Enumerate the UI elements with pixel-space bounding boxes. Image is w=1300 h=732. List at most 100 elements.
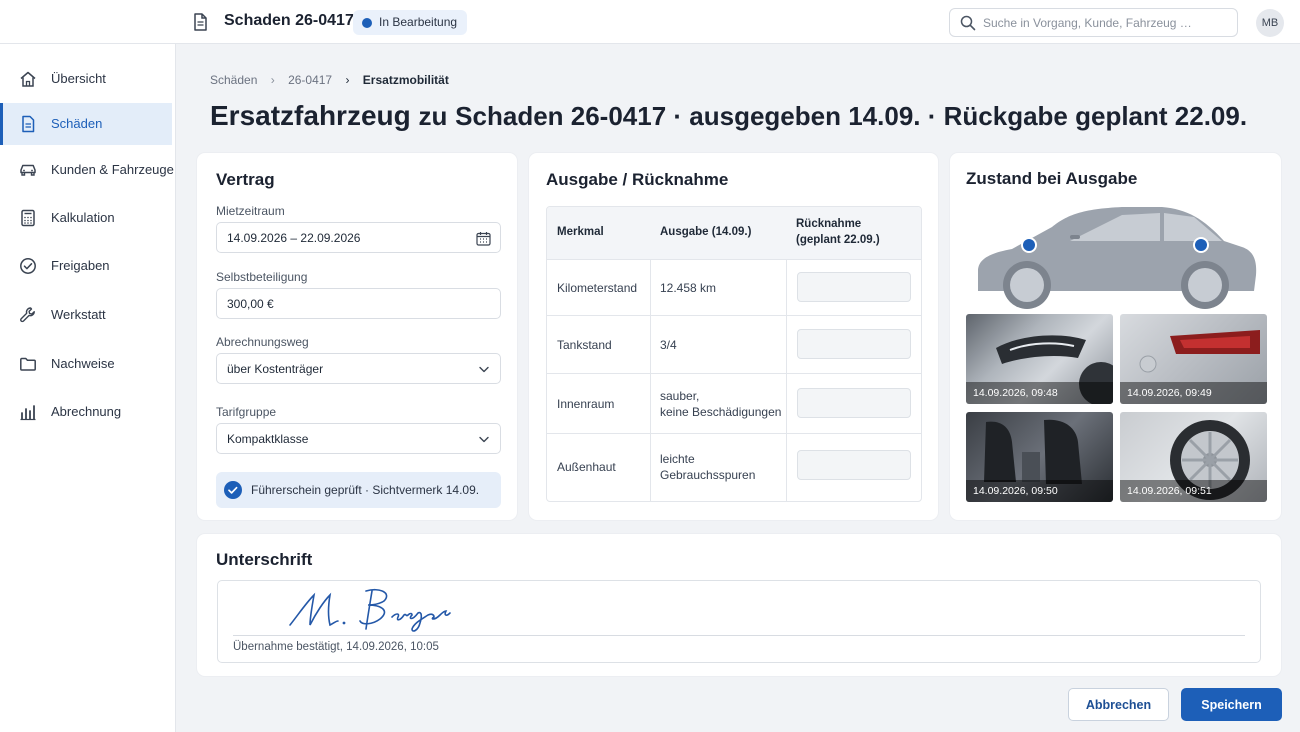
status-badge: In Bearbeitung bbox=[353, 10, 468, 35]
signature-card: Unterschrift Übernahme bestätigt, 14.09.… bbox=[197, 534, 1281, 676]
sidebar-item-label: Abrechnung bbox=[51, 404, 122, 419]
tariff-select[interactable]: Kompaktklasse bbox=[216, 423, 501, 454]
photo-timestamp: 14.09.2026, 09:48 bbox=[966, 382, 1113, 404]
case-title: Schaden 26-0417 bbox=[224, 12, 354, 29]
sidebar-item-label: Kunden & Fahrzeuge bbox=[51, 162, 174, 177]
tariff-value: Kompaktklasse bbox=[227, 432, 309, 446]
license-check-text: Führerschein geprüft · Sichtvermerk 14.0… bbox=[251, 483, 480, 497]
photo-timestamp: 14.09.2026, 09:49 bbox=[1120, 382, 1267, 404]
check-circle-icon bbox=[224, 481, 242, 499]
billing-value: über Kostenträger bbox=[227, 362, 324, 376]
signature-line bbox=[233, 635, 1245, 636]
rental-period-field[interactable]: 14.09.2026 – 22.09.2026 bbox=[216, 222, 501, 253]
calendar-icon[interactable] bbox=[476, 231, 491, 246]
page-title-main: Ersatzfahrzeug bbox=[210, 100, 411, 131]
status-dot-icon bbox=[362, 18, 372, 28]
breadcrumb: Schäden › 26-0417 › Ersatzmobilität bbox=[210, 72, 449, 87]
rental-period-label: Mietzeitraum bbox=[216, 204, 285, 218]
photo-interior[interactable]: 14.09.2026, 09:50 bbox=[966, 412, 1113, 502]
photo-timestamp: 14.09.2026, 09:51 bbox=[1120, 480, 1267, 502]
chevron-down-icon bbox=[479, 436, 489, 443]
folder-icon bbox=[20, 357, 36, 371]
issue-cell: 12.458 km bbox=[660, 281, 717, 295]
car-diagram-icon bbox=[978, 207, 1257, 309]
wrench-icon bbox=[20, 307, 35, 323]
tariff-label: Tarifgruppe bbox=[216, 405, 277, 419]
table-row: Tankstand 3/4 bbox=[547, 315, 921, 373]
sidebar-item-billing[interactable]: Abrechnung bbox=[0, 391, 172, 433]
sidebar-item-customers-vehicles[interactable]: Kunden & Fahrzeuge bbox=[0, 149, 174, 191]
issue-cell: 3/4 bbox=[660, 338, 677, 352]
photo-wheel[interactable]: 14.09.2026, 09:51 bbox=[1120, 412, 1267, 502]
breadcrumb-current: Ersatzmobilität bbox=[362, 72, 449, 87]
sidebar-item-approvals[interactable]: Freigaben bbox=[0, 245, 172, 287]
signature-card-title: Unterschrift bbox=[216, 550, 313, 569]
return-input[interactable] bbox=[797, 450, 911, 480]
contract-card-title: Vertrag bbox=[216, 170, 275, 189]
rental-period-value: 14.09.2026 – 22.09.2026 bbox=[227, 231, 361, 245]
issue-cell: sauber, bbox=[660, 389, 700, 403]
column-header-feature: Merkmal bbox=[557, 226, 604, 238]
chevron-right-icon: › bbox=[345, 72, 350, 87]
user-avatar[interactable]: MB bbox=[1256, 9, 1284, 37]
feature-cell: Innenraum bbox=[557, 397, 615, 411]
breadcrumb-link-claims[interactable]: Schäden bbox=[210, 73, 257, 87]
sidebar-item-calculation[interactable]: Kalkulation bbox=[0, 197, 172, 239]
document-icon bbox=[22, 115, 35, 133]
search-icon bbox=[960, 15, 976, 31]
billing-select[interactable]: über Kostenträger bbox=[216, 353, 501, 384]
handover-card: Ausgabe / Rücknahme Merkmal Ausgabe (14.… bbox=[529, 153, 938, 520]
car-icon bbox=[20, 164, 36, 176]
sidebar-item-label: Werkstatt bbox=[51, 307, 106, 322]
issue-cell-line2: keine Beschädigungen bbox=[660, 405, 782, 419]
sidebar: Übersicht Schäden Kunden & Fahrzeuge Kal… bbox=[0, 44, 176, 732]
cancel-button[interactable]: Abbrechen bbox=[1068, 688, 1169, 721]
license-check-note: Führerschein geprüft · Sichtvermerk 14.0… bbox=[216, 472, 501, 508]
status-badge-label: In Bearbeitung bbox=[379, 15, 458, 29]
deductible-field[interactable]: 300,00 € bbox=[216, 288, 501, 319]
signature-confirmation: Übernahme bestätigt, 14.09.2026, 10:05 bbox=[233, 641, 439, 653]
sidebar-item-workshop[interactable]: Werkstatt bbox=[0, 294, 172, 336]
photo-taillight[interactable]: 14.09.2026, 09:49 bbox=[1120, 314, 1267, 404]
top-bar: Schaden 26-0417 In Bearbeitung MB bbox=[0, 0, 1300, 44]
search-input[interactable] bbox=[983, 13, 1228, 33]
sidebar-item-label: Übersicht bbox=[51, 71, 106, 86]
issue-cell-line2: Gebrauchsspuren bbox=[660, 468, 756, 482]
page-title-rest: Schaden 26-0417 · ausgegeben 14.09. · Rü… bbox=[455, 101, 1248, 131]
sidebar-item-label: Schäden bbox=[51, 116, 103, 131]
check-circle-icon bbox=[20, 258, 36, 274]
page-title-connector: zu bbox=[418, 101, 448, 131]
sidebar-item-claims[interactable]: Schäden bbox=[0, 103, 172, 145]
bar-chart-icon bbox=[20, 405, 36, 421]
table-row: Kilometerstand 12.458 km bbox=[547, 259, 921, 315]
issue-cell: leichte bbox=[660, 452, 695, 466]
return-input[interactable] bbox=[797, 329, 911, 359]
document-icon bbox=[194, 13, 207, 31]
save-button[interactable]: Speichern bbox=[1181, 688, 1282, 721]
condition-card: Zustand bei Ausgabe 14.09.2026, 09:48 14… bbox=[950, 153, 1281, 520]
sidebar-item-overview[interactable]: Übersicht bbox=[0, 58, 172, 100]
sidebar-item-evidence[interactable]: Nachweise bbox=[0, 343, 172, 385]
billing-label: Abrechnungsweg bbox=[216, 335, 309, 349]
table-row: Innenraum sauber, keine Beschädigungen bbox=[547, 373, 921, 433]
sidebar-item-label: Nachweise bbox=[51, 356, 115, 371]
sidebar-item-label: Kalkulation bbox=[51, 210, 115, 225]
return-input[interactable] bbox=[797, 272, 911, 302]
return-input[interactable] bbox=[797, 388, 911, 418]
handover-table: Merkmal Ausgabe (14.09.) Rücknahme (gepl… bbox=[546, 206, 922, 502]
page-title: Ersatzfahrzeug zu Schaden 26-0417 · ausg… bbox=[210, 100, 1247, 132]
column-header-return-sub: (geplant 22.09.) bbox=[796, 234, 880, 246]
column-header-return: Rücknahme bbox=[796, 218, 862, 230]
feature-cell: Kilometerstand bbox=[557, 281, 638, 295]
calculator-icon bbox=[21, 209, 35, 227]
signature-image bbox=[289, 588, 451, 632]
contract-card: Vertrag Mietzeitraum 14.09.2026 – 22.09.… bbox=[197, 153, 517, 520]
feature-cell: Tankstand bbox=[557, 338, 612, 352]
chevron-down-icon bbox=[479, 366, 489, 373]
search-box[interactable] bbox=[949, 8, 1238, 37]
table-header-row: Merkmal Ausgabe (14.09.) Rücknahme (gepl… bbox=[547, 207, 921, 259]
signature-pad[interactable]: Übernahme bestätigt, 14.09.2026, 10:05 bbox=[217, 580, 1261, 663]
home-icon bbox=[20, 71, 36, 87]
photo-headlight[interactable]: 14.09.2026, 09:48 bbox=[966, 314, 1113, 404]
breadcrumb-link-case[interactable]: 26-0417 bbox=[288, 73, 332, 87]
